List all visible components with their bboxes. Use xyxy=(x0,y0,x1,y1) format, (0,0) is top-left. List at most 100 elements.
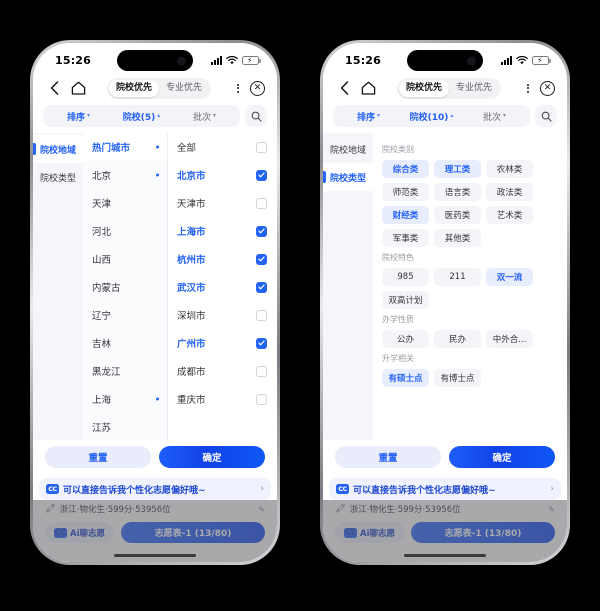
province-item[interactable]: 吉林 xyxy=(83,329,167,357)
tag-chip[interactable]: 理工类 xyxy=(434,160,481,178)
tab-school-priority[interactable]: 院校优先 xyxy=(398,79,449,97)
filter-school[interactable]: 院校(10) ▴ xyxy=(400,110,463,123)
tag-group-title: 院校类别 xyxy=(382,145,414,154)
province-item[interactable]: 江苏 xyxy=(83,413,167,440)
city-label: 广州市 xyxy=(177,339,206,350)
confirm-button[interactable]: 确定 xyxy=(449,446,555,468)
rail-item-type[interactable]: 院校类型 xyxy=(323,163,373,191)
nav-bar: 院校优先 专业优先 ✕ xyxy=(33,73,277,103)
tag-chip[interactable]: 医药类 xyxy=(434,206,481,224)
region-filter-panel: 院校地域 院校类型 热门城市 北京 天津 河北 山西 内蒙古 辽宁 吉林 黑龙江… xyxy=(33,133,277,478)
close-circle-icon[interactable]: ✕ xyxy=(540,80,555,96)
province-item[interactable]: 辽宁 xyxy=(83,301,167,329)
modal-dim-overlay[interactable] xyxy=(323,500,567,562)
tag-chip[interactable]: 师范类 xyxy=(382,183,429,201)
ai-preference-banner[interactable]: CC 可以直接告诉我个性化志愿偏好哦~ › xyxy=(329,478,561,500)
priority-segmented-control[interactable]: 院校优先 专业优先 xyxy=(106,77,212,99)
search-icon[interactable] xyxy=(535,105,557,127)
more-vertical-icon[interactable] xyxy=(521,83,535,93)
tag-chip[interactable]: 公办 xyxy=(382,330,429,348)
checkbox-unchecked-icon[interactable] xyxy=(256,309,267,321)
checkbox-unchecked-icon[interactable] xyxy=(256,197,267,209)
city-item[interactable]: 成都市 xyxy=(168,357,277,385)
search-icon[interactable] xyxy=(245,105,267,127)
tag-chip[interactable]: 综合类 xyxy=(382,160,429,178)
rail-item-region[interactable]: 院校地域 xyxy=(33,135,83,163)
city-item[interactable]: 北京市 xyxy=(168,161,277,189)
rail-item-region[interactable]: 院校地域 xyxy=(323,135,373,163)
tag-chip[interactable]: 政法类 xyxy=(486,183,533,201)
city-item[interactable]: 杭州市 xyxy=(168,245,277,273)
close-circle-icon[interactable]: ✕ xyxy=(250,80,265,96)
filter-sort[interactable]: 排序 ▾ xyxy=(337,110,400,123)
city-item[interactable]: 上海市 xyxy=(168,217,277,245)
province-column[interactable]: 热门城市 北京 天津 河北 山西 内蒙古 辽宁 吉林 黑龙江 上海 江苏 xyxy=(83,133,168,440)
province-item[interactable]: 河北 xyxy=(83,217,167,245)
tab-major-priority[interactable]: 专业优先 xyxy=(449,80,499,97)
ai-banner-text: 可以直接告诉我个性化志愿偏好哦~ xyxy=(63,485,206,496)
city-item[interactable]: 武汉市 xyxy=(168,273,277,301)
province-item[interactable]: 北京 xyxy=(83,161,167,189)
checkbox-checked-icon[interactable] xyxy=(256,281,267,293)
checkbox-unchecked-icon[interactable] xyxy=(256,141,267,153)
rail-item-type[interactable]: 院校类型 xyxy=(33,163,83,191)
chevron-left-icon[interactable] xyxy=(335,79,353,97)
checkbox-unchecked-icon[interactable] xyxy=(256,393,267,405)
tag-chip[interactable]: 农林类 xyxy=(486,160,533,178)
nav-actions: ✕ xyxy=(521,80,555,96)
city-item[interactable]: 广州市 xyxy=(168,329,277,357)
tag-chip[interactable]: 中外合... xyxy=(486,330,533,348)
tag-chip[interactable]: 985 xyxy=(382,268,429,286)
tag-chip[interactable]: 军事类 xyxy=(382,229,429,247)
phone-right-screen: 15:26 ⚡ 院校优先 专业优先 ✕ 排序 ▾ 院校(10) ▴ 批次 ▾ 院… xyxy=(323,43,567,562)
home-icon[interactable] xyxy=(69,79,87,97)
city-label: 全部 xyxy=(177,143,197,154)
wifi-icon xyxy=(516,55,528,64)
ai-preference-banner[interactable]: CC 可以直接告诉我个性化志愿偏好哦~ › xyxy=(39,478,271,500)
filter-school[interactable]: 院校(5) ▴ xyxy=(110,110,173,123)
tab-major-priority[interactable]: 专业优先 xyxy=(159,80,209,97)
filter-sort[interactable]: 排序 ▾ xyxy=(47,110,110,123)
tag-chip[interactable]: 双高计划 xyxy=(382,291,429,309)
province-item[interactable]: 山西 xyxy=(83,245,167,273)
checkbox-checked-icon[interactable] xyxy=(256,337,267,349)
city-item[interactable]: 全部 xyxy=(168,133,277,161)
filter-bar: 排序 ▾ 院校(5) ▴ 批次 ▾ xyxy=(33,103,277,133)
city-item[interactable]: 深圳市 xyxy=(168,301,277,329)
tab-school-priority[interactable]: 院校优先 xyxy=(108,79,159,97)
chevron-left-icon[interactable] xyxy=(45,79,63,97)
checkbox-unchecked-icon[interactable] xyxy=(256,365,267,377)
tag-row: 公办 民办 中外合... xyxy=(382,330,559,348)
tag-chip[interactable]: 艺术类 xyxy=(486,206,533,224)
province-item[interactable]: 天津 xyxy=(83,189,167,217)
modal-dim-overlay[interactable] xyxy=(33,500,277,562)
checkbox-checked-icon[interactable] xyxy=(256,225,267,237)
chevron-up-icon: ▴ xyxy=(157,112,161,119)
tag-chip[interactable]: 双一流 xyxy=(486,268,533,286)
city-column[interactable]: 全部 北京市 天津市 上海市 杭州市 武汉市 深圳市 广州市 成都市 重庆市 xyxy=(168,133,277,440)
city-item[interactable]: 天津市 xyxy=(168,189,277,217)
more-vertical-icon[interactable] xyxy=(231,83,245,93)
filter-batch[interactable]: 批次 ▾ xyxy=(463,110,526,123)
tag-chip[interactable]: 语言类 xyxy=(434,183,481,201)
tag-chip[interactable]: 有硕士点 xyxy=(382,369,429,387)
tag-chip[interactable]: 财经类 xyxy=(382,206,429,224)
chevron-up-icon: ▴ xyxy=(450,112,454,119)
tag-chip[interactable]: 211 xyxy=(434,268,481,286)
home-icon[interactable] xyxy=(359,79,377,97)
tag-chip[interactable]: 民办 xyxy=(434,330,481,348)
priority-segmented-control[interactable]: 院校优先 专业优先 xyxy=(396,77,502,99)
city-item[interactable]: 重庆市 xyxy=(168,385,277,413)
reset-button[interactable]: 重置 xyxy=(45,446,151,468)
reset-button[interactable]: 重置 xyxy=(335,446,441,468)
tag-chip[interactable]: 其他类 xyxy=(434,229,481,247)
confirm-button[interactable]: 确定 xyxy=(159,446,265,468)
province-item[interactable]: 热门城市 xyxy=(83,133,167,161)
province-item[interactable]: 黑龙江 xyxy=(83,357,167,385)
province-item[interactable]: 内蒙古 xyxy=(83,273,167,301)
tag-chip[interactable]: 有博士点 xyxy=(434,369,481,387)
province-item[interactable]: 上海 xyxy=(83,385,167,413)
checkbox-checked-icon[interactable] xyxy=(256,169,267,181)
filter-batch[interactable]: 批次 ▾ xyxy=(173,110,236,123)
checkbox-checked-icon[interactable] xyxy=(256,253,267,265)
